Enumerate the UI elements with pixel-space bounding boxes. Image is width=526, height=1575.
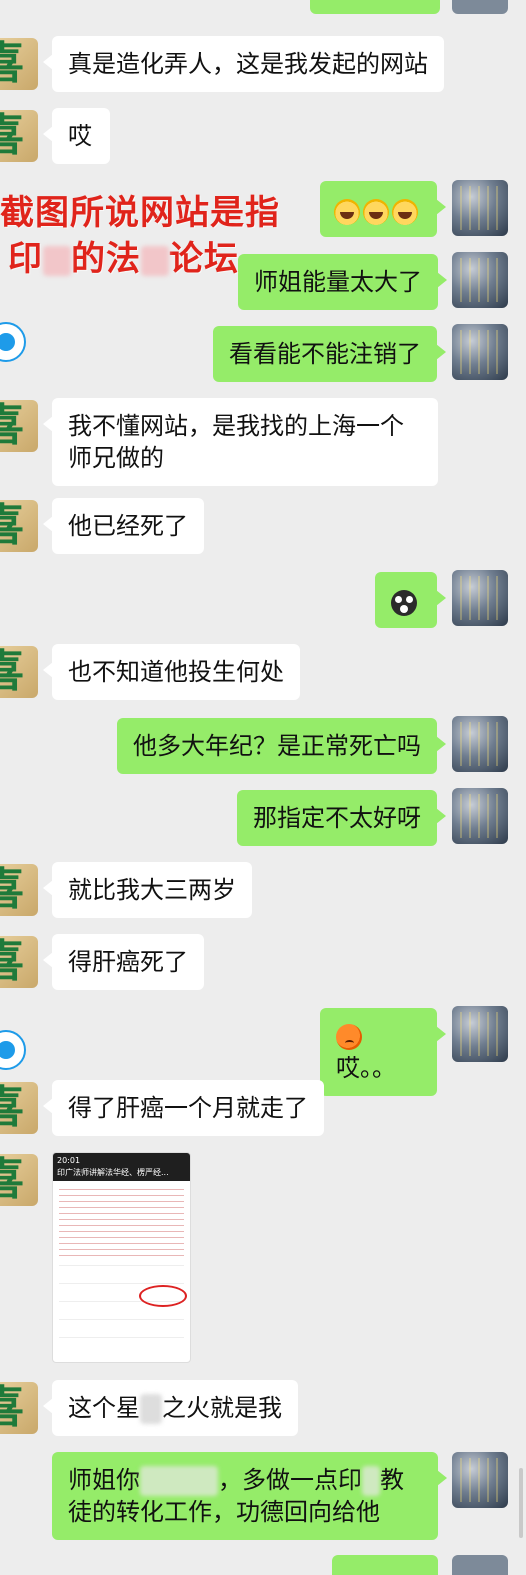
my-avatar[interactable] [452, 324, 508, 380]
scared-emoji-icon [391, 590, 417, 616]
partial-bubble-top [310, 0, 440, 14]
redaction-blur [140, 1466, 218, 1496]
my-avatar[interactable] [452, 1006, 508, 1062]
weibo-badge-icon [0, 322, 26, 362]
shared-screenshot-image[interactable]: 20:01 印广法师讲解法华经、楞严经... [52, 1152, 191, 1363]
message-bubble[interactable]: 得了肝癌一个月就走了 [43, 1080, 324, 1136]
message-bubble[interactable]: 他已经死了 [43, 498, 204, 554]
message-text: 他已经死了 [68, 512, 188, 540]
my-avatar[interactable] [452, 180, 508, 236]
message-text: 之火就是我 [162, 1394, 282, 1422]
message-text: 师姐你 [68, 1466, 140, 1494]
redaction-blur [140, 1394, 162, 1424]
annotation-text: 印 [8, 239, 43, 279]
sad-face-emoji-icon [336, 1024, 362, 1050]
laugh-cry-emoji-icon [334, 199, 360, 225]
screenshot-header: 20:01 印广法师讲解法华经、楞严经... [53, 1153, 190, 1181]
annotation-line-2: 印的法 论坛 [8, 238, 239, 280]
annotation-text: 截图所说网站是指 [0, 193, 280, 233]
message-text: 也不知道他投生何处 [68, 658, 284, 686]
contact-avatar[interactable]: 喜 [0, 110, 38, 162]
contact-avatar[interactable]: 喜 [0, 400, 38, 452]
contact-avatar[interactable]: 喜 [0, 646, 38, 698]
contact-avatar[interactable]: 喜 [0, 936, 38, 988]
redaction-blur [362, 1466, 380, 1496]
my-avatar[interactable] [452, 716, 508, 772]
laugh-cry-emoji-icon [363, 199, 389, 225]
message-text: 真是造化弄人，这是我发起的网站 [68, 50, 428, 78]
message-text: 那指定不太好呀 [253, 804, 421, 832]
partial-bubble-bottom [332, 1555, 438, 1575]
message-text: 哎。。 [336, 1054, 396, 1082]
message-text: 这个星 [68, 1394, 140, 1422]
message-bubble[interactable] [320, 181, 446, 237]
my-avatar[interactable] [452, 252, 508, 308]
laugh-cry-emoji-icon [392, 199, 418, 225]
contact-avatar[interactable]: 喜 [0, 864, 38, 916]
redaction-blur [43, 245, 71, 276]
message-bubble[interactable]: 哎。。 [320, 1008, 446, 1096]
contact-avatar[interactable]: 喜 [0, 1082, 38, 1134]
message-text: ，多做一点印 [218, 1466, 362, 1494]
message-text: 就比我大三两岁 [68, 876, 236, 904]
message-bubble[interactable]: 得肝癌死了 [43, 934, 204, 990]
redaction-blur [141, 245, 169, 276]
message-text: 他多大年纪？是正常死亡吗 [133, 732, 421, 760]
message-bubble[interactable]: 这个星 之火就是我 [43, 1380, 298, 1436]
my-avatar[interactable] [452, 1452, 508, 1508]
message-text: 看看能不能注销了 [229, 340, 421, 368]
contact-avatar[interactable]: 喜 [0, 500, 38, 552]
my-avatar[interactable] [452, 788, 508, 844]
screenshot-time: 20:01 [57, 1156, 81, 1165]
message-text: 师姐能量太大了 [254, 268, 422, 296]
weibo-badge-icon [0, 1030, 26, 1070]
partial-avatar-top [452, 0, 508, 14]
my-avatar[interactable] [452, 570, 508, 626]
message-bubble[interactable]: 真是造化弄人，这是我发起的网站 [43, 36, 444, 92]
red-circle-highlight [139, 1285, 187, 1307]
contact-avatar[interactable]: 喜 [0, 1382, 38, 1434]
contact-avatar[interactable]: 喜 [0, 1154, 38, 1206]
partial-avatar-bottom [452, 1555, 508, 1575]
message-bubble[interactable]: 师姐你 ，多做一点印 教徒的转化工作，功德回向给他 [52, 1452, 447, 1540]
message-bubble[interactable]: 那指定不太好呀 [237, 790, 446, 846]
message-bubble[interactable]: 哎 [43, 108, 110, 164]
scrollbar[interactable] [519, 1468, 523, 1538]
message-text: 得了肝癌一个月就走了 [68, 1094, 308, 1122]
annotation-text: 论坛 [169, 239, 239, 279]
message-bubble[interactable]: 师姐能量太大了 [238, 254, 447, 310]
message-bubble[interactable] [375, 572, 446, 628]
contact-avatar[interactable]: 喜 [0, 38, 38, 90]
message-bubble[interactable]: 就比我大三两岁 [43, 862, 252, 918]
annotation-text: 的法 [71, 239, 141, 279]
screenshot-body [53, 1181, 190, 1349]
message-text: 我不懂网站，是我找的上海一个师兄做的 [68, 412, 404, 472]
message-bubble[interactable]: 看看能不能注销了 [213, 326, 446, 382]
message-text: 哎 [68, 122, 92, 150]
message-text: 得肝癌死了 [68, 948, 188, 976]
message-bubble[interactable]: 我不懂网站，是我找的上海一个师兄做的 [43, 398, 438, 486]
message-bubble[interactable]: 他多大年纪？是正常死亡吗 [117, 718, 446, 774]
message-bubble[interactable]: 也不知道他投生何处 [43, 644, 300, 700]
screenshot-text-lines [59, 1189, 184, 1259]
screenshot-title: 印广法师讲解法华经、楞严经... [57, 1168, 169, 1177]
annotation-line-1: 截图所说网站是指 [0, 192, 280, 234]
